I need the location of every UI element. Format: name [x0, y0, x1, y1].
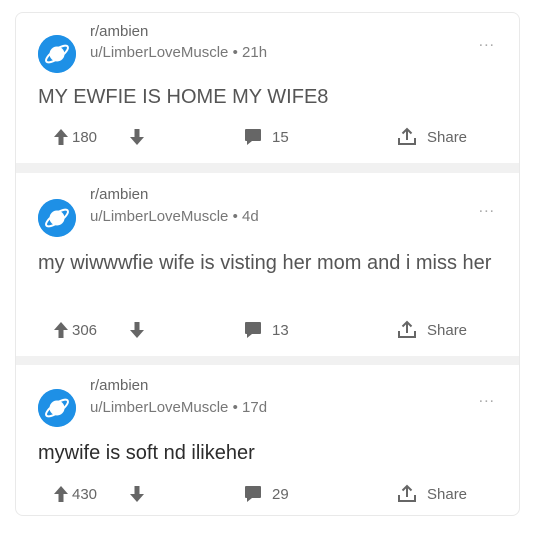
- post-actions: 180 15 Share: [16, 126, 519, 148]
- meta-separator: •: [232, 399, 238, 416]
- post-age: 21h: [242, 44, 268, 61]
- meta-separator: •: [232, 208, 238, 225]
- subreddit-avatar-icon[interactable]: [38, 389, 76, 427]
- post-meta: u/LimberLoveMuscle • 21h: [90, 44, 267, 61]
- comment-count[interactable]: 29: [272, 483, 289, 505]
- subreddit-name[interactable]: r/ambien: [90, 186, 148, 203]
- comment-bubble-icon[interactable]: [244, 483, 262, 505]
- comment-count[interactable]: 15: [272, 126, 289, 148]
- post-author[interactable]: u/LimberLoveMuscle: [90, 399, 228, 416]
- post-feed: r/ambien u/LimberLoveMuscle • 21h ... MY…: [15, 12, 520, 516]
- subreddit-avatar-icon[interactable]: [38, 35, 76, 73]
- post-meta: u/LimberLoveMuscle • 4d: [90, 208, 259, 225]
- vote-score: 306: [72, 321, 98, 339]
- subreddit-name[interactable]: r/ambien: [90, 23, 148, 40]
- post-actions: 430 29 Share: [16, 483, 519, 505]
- share-button[interactable]: Share: [427, 126, 467, 148]
- comment-count[interactable]: 13: [272, 319, 289, 341]
- post-age: 4d: [242, 208, 259, 225]
- share-icon[interactable]: [397, 483, 417, 505]
- more-options-icon[interactable]: ...: [479, 33, 495, 51]
- post-card[interactable]: r/ambien u/LimberLoveMuscle • 4d ... my …: [16, 173, 519, 356]
- downvote-arrow-down-icon[interactable]: [130, 483, 144, 505]
- share-button[interactable]: Share: [427, 319, 467, 341]
- vote-score: 430: [72, 485, 98, 503]
- subreddit-avatar-icon[interactable]: [38, 199, 76, 237]
- vote-score: 180: [72, 128, 98, 146]
- post-meta: u/LimberLoveMuscle • 17d: [90, 399, 267, 416]
- post-card[interactable]: r/ambien u/LimberLoveMuscle • 21h ... MY…: [16, 13, 519, 163]
- post-actions: 306 13 Share: [16, 319, 519, 341]
- upvote-arrow-up-icon[interactable]: [54, 126, 68, 148]
- downvote-arrow-down-icon[interactable]: [130, 319, 144, 341]
- share-button[interactable]: Share: [427, 483, 467, 505]
- share-icon[interactable]: [397, 126, 417, 148]
- downvote-arrow-down-icon[interactable]: [130, 126, 144, 148]
- upvote-arrow-up-icon[interactable]: [54, 319, 68, 341]
- comment-bubble-icon[interactable]: [244, 319, 262, 341]
- more-options-icon[interactable]: ...: [479, 389, 495, 407]
- post-title[interactable]: MY EWFIE IS HOME MY WIFE8: [38, 83, 499, 112]
- comment-bubble-icon[interactable]: [244, 126, 262, 148]
- share-icon[interactable]: [397, 319, 417, 341]
- meta-separator: •: [232, 44, 238, 61]
- subreddit-name[interactable]: r/ambien: [90, 377, 148, 394]
- post-title[interactable]: mywife is soft nd ilikeher: [38, 439, 499, 468]
- upvote-arrow-up-icon[interactable]: [54, 483, 68, 505]
- post-title[interactable]: my wiwwwfie wife is visting her mom and …: [38, 249, 499, 278]
- more-options-icon[interactable]: ...: [479, 199, 495, 217]
- post-author[interactable]: u/LimberLoveMuscle: [90, 208, 228, 225]
- post-author[interactable]: u/LimberLoveMuscle: [90, 44, 228, 61]
- post-age: 17d: [242, 399, 268, 416]
- post-card[interactable]: r/ambien u/LimberLoveMuscle • 17d ... my…: [16, 365, 519, 515]
